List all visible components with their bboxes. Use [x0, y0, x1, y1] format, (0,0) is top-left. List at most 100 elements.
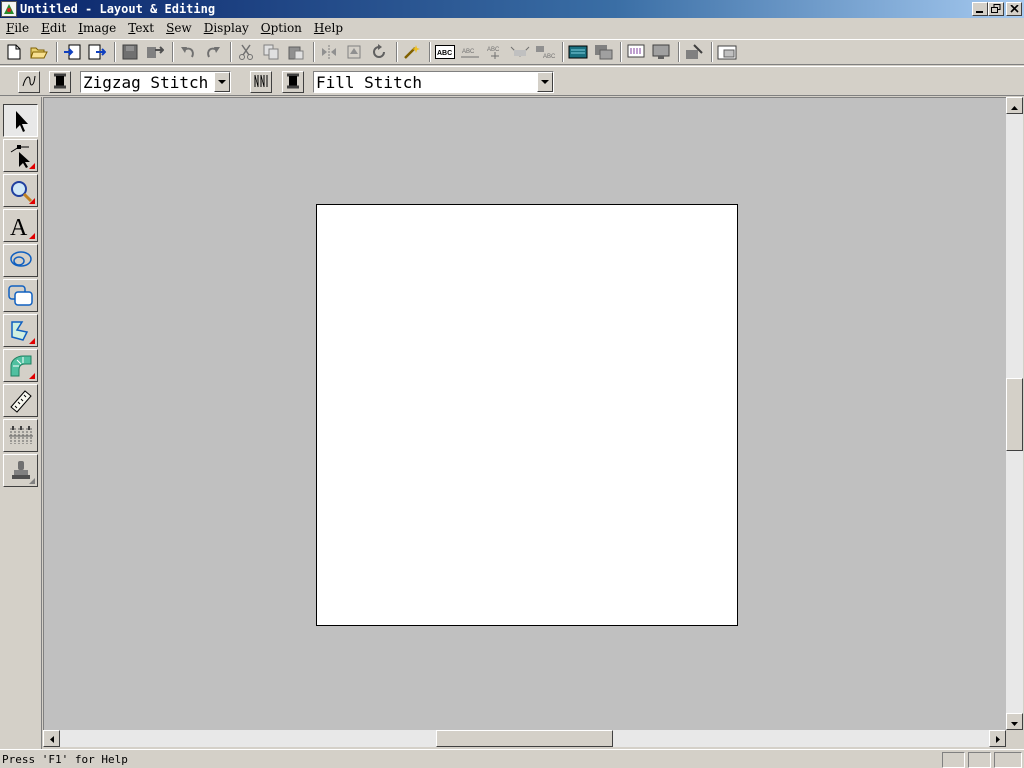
scrollbar-corner [1006, 730, 1023, 747]
submenu-indicator [29, 198, 35, 204]
stamp-icon[interactable] [3, 454, 38, 487]
arrow-right-icon [995, 732, 1000, 746]
outline-draw-icon[interactable] [3, 314, 38, 347]
minimize-icon [976, 2, 984, 16]
line-color-button[interactable] [49, 71, 71, 93]
scroll-right-button[interactable] [989, 730, 1006, 747]
toolbar-separator [172, 42, 174, 62]
paste-icon[interactable] [285, 41, 307, 63]
chevron-down-icon[interactable] [537, 72, 553, 92]
line-sew-toggle[interactable] [18, 71, 40, 93]
vertical-scroll-thumb[interactable] [1006, 378, 1023, 451]
close-icon [1009, 2, 1019, 16]
menu-option[interactable]: Option [255, 21, 308, 35]
copy-icon[interactable] [260, 41, 282, 63]
stitch-preview-icon[interactable] [567, 41, 589, 63]
thread-spool-icon [53, 73, 67, 92]
region-color-button[interactable] [282, 71, 304, 93]
point-edit-icon[interactable] [3, 139, 38, 172]
display-icon[interactable] [650, 41, 672, 63]
status-pane [968, 752, 991, 768]
submenu-indicator [29, 233, 35, 239]
close-button[interactable] [1006, 2, 1022, 16]
menu-sew[interactable]: Sew [160, 21, 198, 35]
toolbox: A [0, 97, 42, 749]
submenu-indicator [29, 338, 35, 344]
region-sew-toggle[interactable] [250, 71, 272, 93]
cut-icon[interactable] [235, 41, 257, 63]
stitch-toolbar: Zigzag Stitch Fill Stitch [0, 66, 1024, 96]
restore-button[interactable] [988, 2, 1004, 16]
submenu-indicator [29, 373, 35, 379]
text-tool-icon[interactable]: A [3, 209, 38, 242]
open-folder-icon[interactable] [28, 41, 50, 63]
chevron-down-icon[interactable] [214, 72, 230, 92]
toolbar-separator [114, 42, 116, 62]
toolbar-separator [230, 42, 232, 62]
rectangle-draw-icon[interactable] [3, 279, 38, 312]
zoom-icon[interactable] [3, 174, 38, 207]
import-icon[interactable] [61, 41, 83, 63]
mirror-icon[interactable] [318, 41, 340, 63]
transfer-icon[interactable] [144, 41, 166, 63]
svg-text:ABC: ABC [487, 47, 500, 53]
card-write-icon[interactable] [683, 41, 705, 63]
status-message: Press 'F1' for Help [2, 753, 128, 766]
rotate-icon[interactable] [368, 41, 390, 63]
new-file-icon[interactable] [3, 41, 25, 63]
abc-text-icon[interactable]: ABC [434, 41, 456, 63]
export-icon[interactable] [86, 41, 108, 63]
toolbar-separator [396, 42, 398, 62]
select-arrow-icon[interactable] [3, 104, 38, 137]
measure-icon[interactable] [3, 384, 38, 417]
arrow-left-icon [49, 732, 54, 746]
text-on-path-icon[interactable]: ABC [459, 41, 481, 63]
design-page[interactable] [316, 204, 738, 626]
restore-icon [991, 2, 1001, 16]
fill-pattern-icon [253, 73, 269, 92]
save-icon[interactable] [119, 41, 141, 63]
submenu-indicator [29, 163, 35, 169]
sewing-attribute-icon[interactable] [3, 349, 38, 382]
toolbar-separator [711, 42, 713, 62]
scroll-down-button[interactable] [1006, 713, 1023, 730]
menu-edit[interactable]: Edit [35, 21, 72, 35]
status-pane [994, 752, 1022, 768]
menu-bar: File Edit Image Text Sew Display Option … [0, 18, 1024, 38]
menu-file[interactable]: File [0, 21, 35, 35]
design-property-icon[interactable] [625, 41, 647, 63]
arrow-down-icon [1011, 715, 1018, 729]
scroll-up-button[interactable] [1006, 97, 1023, 114]
vertical-scrollbar[interactable] [1006, 97, 1023, 730]
app-icon[interactable] [1, 1, 17, 17]
menu-image[interactable]: Image [72, 21, 122, 35]
svg-text:A: A [10, 215, 28, 238]
horizontal-scrollbar[interactable] [43, 730, 1006, 747]
stitch-pattern-icon[interactable] [3, 419, 38, 452]
line-stitch-select[interactable]: Zigzag Stitch [80, 71, 231, 93]
text-fit-icon[interactable]: ABC [534, 41, 556, 63]
scroll-left-button[interactable] [43, 730, 60, 747]
magic-wand-icon[interactable] [401, 41, 423, 63]
menu-text[interactable]: Text [122, 21, 160, 35]
redo-icon[interactable] [202, 41, 224, 63]
status-bar: Press 'F1' for Help [0, 749, 1024, 768]
minimize-button[interactable] [972, 2, 988, 16]
text-arc-icon[interactable]: ABC [484, 41, 506, 63]
toolbar-separator [313, 42, 315, 62]
horizontal-scroll-thumb[interactable] [436, 730, 613, 747]
design-workspace[interactable] [43, 97, 1006, 730]
svg-text:ABC: ABC [437, 50, 452, 57]
stitch-simulator-icon[interactable] [592, 41, 614, 63]
flip-icon[interactable] [343, 41, 365, 63]
toolbar-separator [429, 42, 431, 62]
design-page-icon[interactable] [716, 41, 738, 63]
circle-draw-icon[interactable] [3, 244, 38, 277]
toolbar-separator [620, 42, 622, 62]
menu-help[interactable]: Help [308, 21, 349, 35]
line-curve-icon [21, 73, 37, 92]
region-stitch-select[interactable]: Fill Stitch [313, 71, 554, 93]
menu-display[interactable]: Display [198, 21, 255, 35]
undo-icon[interactable] [177, 41, 199, 63]
text-transform-icon[interactable] [509, 41, 531, 63]
